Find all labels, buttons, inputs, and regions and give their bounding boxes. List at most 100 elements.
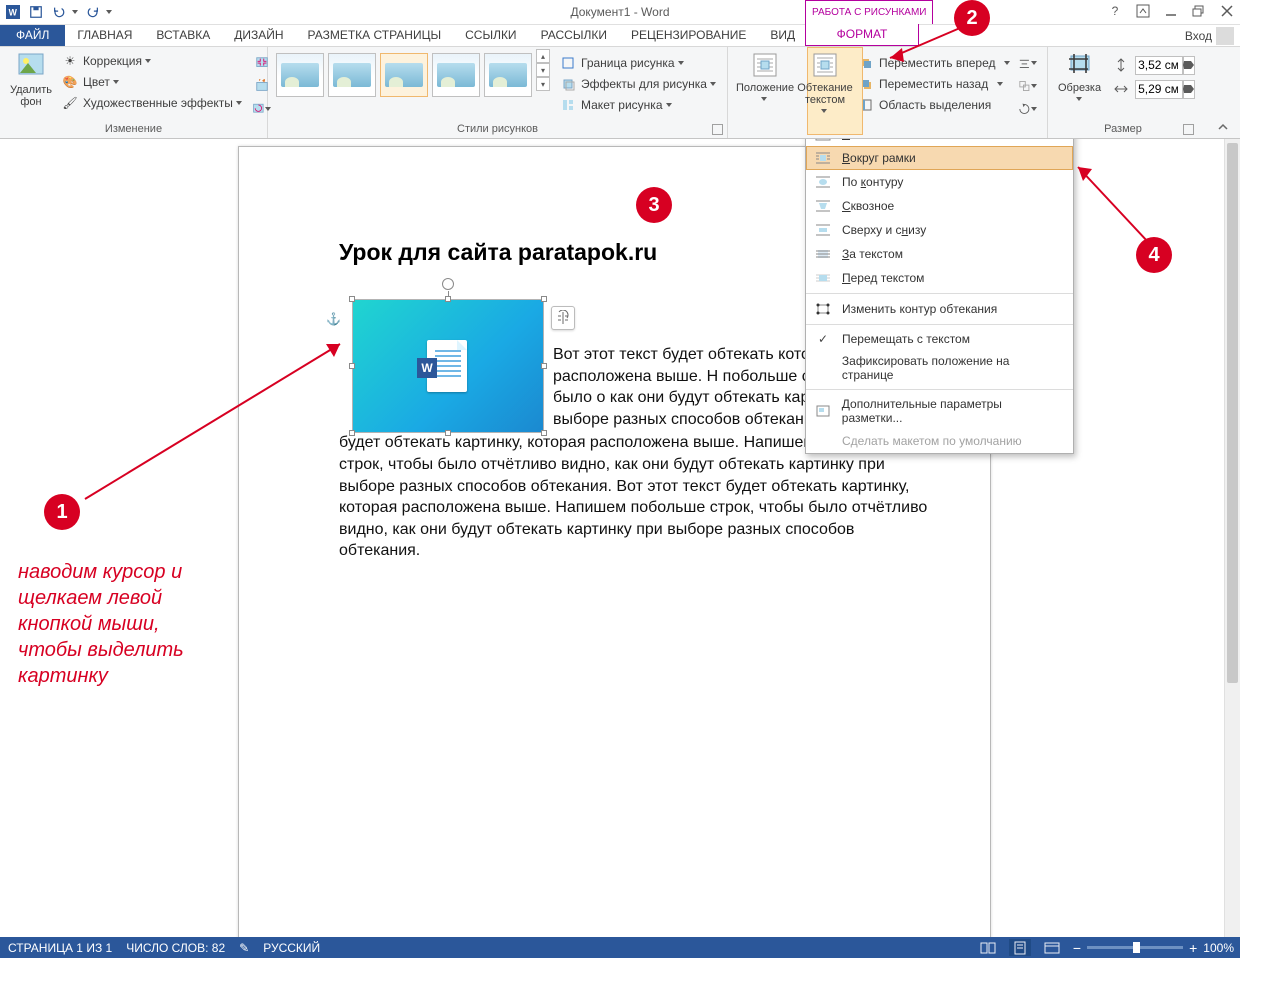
width-value[interactable] — [1136, 81, 1182, 97]
arrow-1 — [70, 329, 370, 509]
width-up[interactable] — [1182, 80, 1194, 89]
resize-handle[interactable] — [541, 296, 547, 302]
picture-layout-button[interactable]: Макет рисунка — [558, 95, 718, 115]
border-icon — [558, 53, 578, 73]
wrap-infront[interactable]: Перед текстом — [806, 266, 1073, 290]
more-layout-options[interactable]: Дополнительные параметры разметки... — [806, 393, 1073, 429]
sign-in[interactable]: Вход — [1185, 27, 1234, 45]
tab-page-layout[interactable]: РАЗМЕТКА СТРАНИЦЫ — [296, 25, 454, 46]
styles-dialog-launcher[interactable] — [712, 124, 723, 135]
width-spinner[interactable] — [1135, 80, 1195, 99]
style-thumb[interactable] — [276, 53, 324, 97]
help-icon[interactable]: ? — [1106, 2, 1124, 20]
layout-options-button[interactable] — [551, 306, 575, 330]
status-lang[interactable]: РУССКИЙ — [263, 941, 320, 955]
width-down[interactable] — [1182, 89, 1194, 98]
wrap-behind-icon — [814, 246, 832, 262]
tab-home[interactable]: ГЛАВНАЯ — [65, 25, 144, 46]
artistic-effects-button[interactable]: 🖌Художественные эффекты — [60, 93, 244, 113]
web-layout-icon[interactable] — [1041, 939, 1063, 956]
rotate-handle[interactable] — [442, 278, 454, 290]
status-words[interactable]: ЧИСЛО СЛОВ: 82 — [126, 941, 225, 955]
restore-icon[interactable] — [1190, 2, 1208, 20]
tab-insert[interactable]: ВСТАВКА — [144, 25, 222, 46]
tab-design[interactable]: ДИЗАЙН — [222, 25, 295, 46]
group-size-label: Размер — [1048, 123, 1198, 135]
tab-view[interactable]: ВИД — [758, 25, 807, 46]
style-thumb[interactable] — [432, 53, 480, 97]
tab-mailings[interactable]: РАССЫЛКИ — [529, 25, 619, 46]
ribbon-tabs: ФАЙЛ ГЛАВНАЯ ВСТАВКА ДИЗАЙН РАЗМЕТКА СТР… — [0, 25, 1240, 47]
zoom-value[interactable]: 100% — [1203, 941, 1234, 955]
tab-review[interactable]: РЕЦЕНЗИРОВАНИЕ — [619, 25, 758, 46]
wrap-infront-icon — [814, 270, 832, 286]
position-button[interactable]: Положение — [734, 49, 796, 119]
set-default-layout: Сделать макетом по умолчанию — [806, 429, 1073, 453]
fix-on-page[interactable]: Зафиксировать положение на странице — [806, 350, 1073, 386]
vertical-scrollbar[interactable] — [1224, 139, 1240, 937]
style-thumb[interactable] — [484, 53, 532, 97]
scroll-thumb[interactable] — [1227, 143, 1238, 683]
corrections-button[interactable]: ☀Коррекция — [60, 51, 244, 71]
send-backward-button[interactable]: Переместить назад — [856, 74, 1012, 94]
read-mode-icon[interactable] — [977, 939, 999, 956]
wrap-square[interactable]: Вокруг рамки — [806, 146, 1073, 170]
wrap-topbottom[interactable]: Сверху и снизу — [806, 218, 1073, 242]
zoom-slider[interactable] — [1087, 946, 1183, 949]
height-down[interactable] — [1182, 65, 1194, 74]
tab-references[interactable]: ССЫЛКИ — [453, 25, 528, 46]
move-with-text[interactable]: ✓Перемещать с текстом — [806, 328, 1073, 350]
style-thumb[interactable] — [380, 53, 428, 97]
height-up[interactable] — [1182, 56, 1194, 65]
minimize-icon[interactable] — [1162, 2, 1180, 20]
status-bar: СТРАНИЦА 1 ИЗ 1 ЧИСЛО СЛОВ: 82 ✎ РУССКИЙ… — [0, 937, 1240, 958]
wrap-inline-icon — [814, 139, 832, 142]
set-default-label: Сделать макетом по умолчанию — [842, 434, 1022, 448]
style-thumb[interactable] — [328, 53, 376, 97]
group-icon[interactable] — [1018, 76, 1038, 96]
height-spinner[interactable] — [1135, 56, 1195, 75]
edit-wrap-points[interactable]: Изменить контур обтекания — [806, 297, 1073, 321]
ribbon-display-icon[interactable] — [1134, 2, 1152, 20]
wrap-text-button[interactable]: Обтекание текстом — [796, 49, 854, 119]
selection-pane-button[interactable]: Область выделения — [856, 95, 1012, 115]
close-icon[interactable] — [1218, 2, 1236, 20]
print-layout-icon[interactable] — [1009, 939, 1031, 956]
gallery-up[interactable]: ▴ — [536, 49, 550, 63]
status-page[interactable]: СТРАНИЦА 1 ИЗ 1 — [8, 941, 112, 955]
gallery-more[interactable]: ▾ — [536, 77, 550, 91]
group-styles-label: Стили рисунков — [268, 123, 727, 135]
zoom-thumb[interactable] — [1133, 942, 1140, 953]
rotate-icon[interactable] — [1018, 99, 1038, 119]
height-icon — [1111, 55, 1131, 75]
color-button[interactable]: 🎨Цвет — [60, 72, 244, 92]
zoom-out-icon[interactable]: − — [1073, 940, 1081, 956]
picture-border-button[interactable]: Граница рисунка — [558, 53, 718, 73]
sun-icon: ☀ — [60, 51, 80, 71]
tab-file[interactable]: ФАЙЛ — [0, 25, 65, 46]
remove-background-button[interactable]: Удалить фон — [6, 49, 56, 119]
resize-handle[interactable] — [349, 296, 355, 302]
align-icon[interactable] — [1018, 53, 1038, 73]
crop-label: Обрезка — [1058, 82, 1101, 94]
gallery-down[interactable]: ▾ — [536, 63, 550, 77]
edit-wrap-icon — [814, 301, 832, 317]
picture-styles-gallery[interactable] — [274, 49, 534, 115]
size-dialog-launcher[interactable] — [1183, 124, 1194, 135]
crop-button[interactable]: Обрезка — [1054, 49, 1105, 105]
wrap-behind[interactable]: За текстом — [806, 242, 1073, 266]
height-value[interactable] — [1136, 57, 1182, 73]
wrap-text-label: Обтекание текстом — [797, 82, 852, 106]
anchor-icon: ⚓ — [326, 312, 341, 326]
wrap-inline[interactable]: В В текстеВ тексте — [806, 139, 1073, 146]
group-adjust-label: Изменение — [0, 123, 267, 135]
resize-handle[interactable] — [445, 296, 451, 302]
picture-layout-label: Макет рисунка — [581, 98, 663, 112]
zoom-in-icon[interactable]: + — [1189, 940, 1197, 956]
wrap-through[interactable]: Сквозное — [806, 194, 1073, 218]
wrap-text-menu: В В текстеВ тексте Вокруг рамки По конту… — [805, 139, 1074, 454]
proofing-icon[interactable]: ✎ — [239, 941, 249, 955]
collapse-ribbon-icon[interactable] — [1214, 119, 1232, 135]
picture-effects-button[interactable]: Эффекты для рисунка — [558, 74, 718, 94]
wrap-tight[interactable]: По контуру — [806, 170, 1073, 194]
